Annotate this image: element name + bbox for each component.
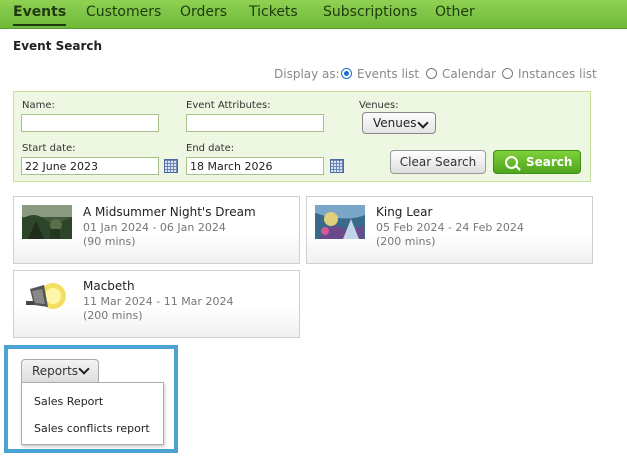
menu-item-sales-report[interactable]: Sales Report: [34, 395, 103, 408]
chevron-down-icon: [78, 363, 90, 375]
reports-menu: Sales Report Sales conflicts report: [21, 382, 164, 445]
display-as-row: Display as: Events list Calendar Instanc…: [274, 67, 597, 81]
event-thumbnail-forest: [22, 205, 72, 239]
reports-label: Reports: [32, 364, 79, 378]
radio-button[interactable]: [502, 68, 513, 79]
main-nav: Events Customers Orders Tickets Subscrip…: [0, 0, 627, 29]
radio-label: Calendar: [442, 67, 496, 81]
clear-search-button[interactable]: Clear Search: [390, 150, 486, 174]
name-label: Name:: [22, 100, 55, 111]
menu-item-sales-conflicts-report[interactable]: Sales conflicts report: [34, 422, 150, 435]
tab-other[interactable]: Other: [435, 0, 475, 28]
event-dates: 11 Mar 2024 - 11 Mar 2024: [83, 295, 234, 308]
search-button[interactable]: Search: [493, 150, 581, 174]
event-title: A Midsummer Night's Dream: [83, 205, 256, 219]
event-title: Macbeth: [83, 279, 135, 293]
search-panel: Name: Event Attributes: Venues: Venues S…: [13, 91, 591, 182]
page-title: Event Search: [13, 39, 103, 53]
event-card[interactable]: Macbeth 11 Mar 2024 - 11 Mar 2024 (200 m…: [13, 270, 300, 338]
reports-highlight: Reports Sales Report Sales conflicts rep…: [4, 345, 178, 453]
event-card[interactable]: A Midsummer Night's Dream 01 Jan 2024 - …: [13, 196, 300, 264]
tab-tickets[interactable]: Tickets: [249, 0, 298, 28]
event-duration: (200 mins): [83, 309, 143, 322]
attributes-input[interactable]: [186, 114, 324, 132]
reports-dropdown-button[interactable]: Reports: [21, 359, 99, 383]
name-input[interactable]: [21, 114, 159, 132]
venues-select-value: Venues: [373, 116, 417, 130]
venues-select[interactable]: Venues: [362, 112, 436, 134]
start-date-input[interactable]: [21, 157, 159, 175]
event-duration: (90 mins): [83, 235, 136, 248]
tab-subscriptions[interactable]: Subscriptions: [323, 0, 417, 28]
event-dates: 01 Jan 2024 - 06 Jan 2024: [83, 221, 226, 234]
event-duration: (200 mins): [376, 235, 436, 248]
tab-customers[interactable]: Customers: [86, 0, 161, 28]
radio-button-checked[interactable]: [341, 68, 352, 79]
radio-label: Events list: [357, 67, 420, 81]
event-thumbnail-painting: [315, 205, 365, 239]
calendar-icon[interactable]: [164, 159, 178, 173]
event-dates: 05 Feb 2024 - 24 Feb 2024: [376, 221, 524, 234]
attributes-label: Event Attributes:: [186, 100, 271, 111]
event-title: King Lear: [376, 205, 433, 219]
search-icon: [505, 156, 518, 169]
venues-label: Venues:: [359, 100, 399, 111]
radio-button[interactable]: [426, 68, 437, 79]
start-date-label: Start date:: [22, 143, 76, 154]
chevron-down-icon: [417, 117, 429, 129]
spotlight-icon: [22, 279, 72, 313]
calendar-icon[interactable]: [330, 159, 344, 173]
end-date-label: End date:: [186, 143, 235, 154]
radio-label: Instances list: [518, 67, 597, 81]
display-as-label: Display as:: [274, 67, 340, 81]
tab-orders[interactable]: Orders: [180, 0, 227, 28]
end-date-input[interactable]: [186, 157, 324, 175]
event-card[interactable]: King Lear 05 Feb 2024 - 24 Feb 2024 (200…: [306, 196, 593, 264]
tab-events[interactable]: Events: [13, 0, 67, 28]
search-button-label: Search: [526, 155, 573, 169]
